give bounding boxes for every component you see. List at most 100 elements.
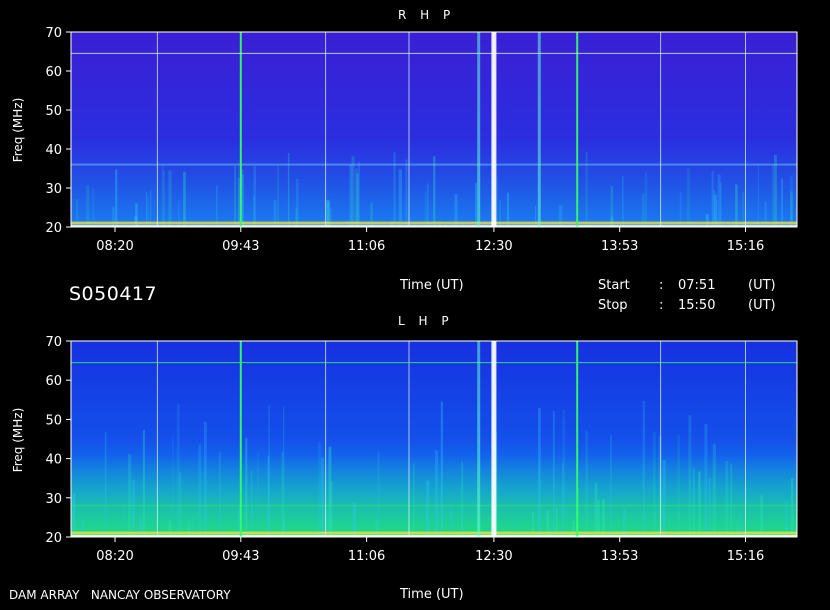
streak — [712, 443, 716, 537]
streak — [790, 175, 793, 227]
streak — [653, 432, 656, 537]
streak — [585, 431, 589, 537]
streak — [427, 183, 429, 227]
x-tick-label: 13:53 — [601, 239, 638, 254]
streak — [277, 166, 279, 227]
rhp-x-ticks: 08:20 09:43 11:06 12:30 13:53 15:16 — [96, 227, 764, 254]
streak — [677, 434, 680, 537]
streak — [349, 165, 353, 227]
stop-label: Stop — [598, 298, 628, 313]
y-tick-label: 30 — [45, 492, 62, 507]
streak — [658, 435, 662, 537]
streak — [358, 162, 360, 227]
y-tick-label: 20 — [45, 221, 62, 236]
streak — [253, 166, 256, 227]
streak — [562, 462, 564, 537]
x-tick-label: 11:06 — [348, 549, 385, 564]
start-label: Start — [598, 278, 630, 293]
streak — [594, 482, 598, 537]
lhp-title: L H P — [398, 314, 454, 328]
streak — [642, 401, 645, 537]
x-tick-label: 11:06 — [348, 239, 385, 254]
streak — [585, 152, 588, 227]
y-tick-label: 30 — [45, 182, 62, 197]
burst — [491, 341, 497, 537]
streak — [183, 171, 186, 227]
streak — [329, 481, 333, 537]
streak — [161, 165, 164, 227]
observatory-footer: DAM ARRAY NANCAY OBSERVATORY — [9, 588, 231, 602]
burst — [477, 32, 481, 227]
streak — [172, 433, 174, 537]
y-tick-label: 70 — [45, 26, 62, 41]
x-tick-label: 09:43 — [222, 239, 259, 254]
streak — [475, 182, 477, 227]
streak — [496, 175, 498, 227]
streak — [757, 164, 759, 227]
burst — [537, 32, 541, 227]
streak — [268, 405, 270, 537]
streak — [251, 470, 253, 537]
streak — [245, 437, 248, 537]
y-tick-label: 60 — [45, 374, 62, 389]
streak — [644, 171, 648, 227]
y-tick-label: 70 — [45, 335, 62, 350]
x-tick-label: 12:30 — [475, 239, 512, 254]
y-tick-label: 50 — [45, 104, 62, 119]
streak — [92, 188, 95, 227]
streak — [461, 461, 464, 537]
streak — [295, 179, 299, 227]
streak — [717, 174, 721, 227]
streak — [216, 185, 218, 227]
streak — [320, 457, 324, 537]
streak — [610, 185, 613, 227]
x-tick-label: 13:53 — [601, 549, 638, 564]
freq-band — [71, 221, 797, 225]
streak — [168, 170, 172, 227]
stop-value: 15:50 — [678, 298, 716, 313]
streak — [610, 435, 612, 537]
streak — [218, 451, 221, 537]
streak — [72, 493, 76, 537]
lhp-y-ticks: 20 30 40 50 60 70 — [45, 335, 71, 546]
streak — [234, 166, 236, 227]
streak — [377, 451, 380, 537]
streak — [179, 471, 182, 537]
streak — [142, 430, 145, 537]
streak — [735, 184, 738, 227]
streak — [115, 169, 118, 227]
streak — [86, 185, 90, 227]
streak — [725, 461, 729, 537]
x-tick-label: 09:43 — [222, 549, 259, 564]
y-tick-label: 50 — [45, 413, 62, 428]
stop-separator: : — [659, 298, 664, 313]
streak — [355, 168, 358, 227]
x-tick-label: 15:16 — [727, 239, 764, 254]
streak — [433, 156, 436, 227]
streak — [704, 424, 708, 537]
streak — [104, 431, 107, 537]
streak — [150, 189, 152, 227]
streak — [662, 460, 666, 537]
rhp-y-ticks: 20 30 40 50 60 70 — [45, 26, 71, 236]
streak — [281, 452, 284, 537]
x-tick-label: 08:20 — [96, 549, 133, 564]
streak — [204, 421, 207, 537]
y-tick-label: 60 — [45, 65, 62, 80]
rhp-y-axis-label: Freq (MHz) — [11, 98, 25, 163]
x-tick-label: 15:16 — [727, 549, 764, 564]
streak — [413, 463, 415, 537]
lhp-x-axis-label: Time (UT) — [400, 587, 464, 602]
lhp-x-ticks: 08:20 09:43 11:06 12:30 13:53 15:16 — [96, 537, 764, 564]
burst — [477, 341, 481, 537]
streak — [553, 410, 555, 537]
streak — [692, 467, 695, 537]
streak — [440, 401, 443, 537]
y-tick-label: 20 — [45, 531, 62, 546]
streak — [705, 214, 709, 227]
rhp-spectrogram: 20 30 40 50 60 70 08:20 09:43 11:06 12:30 13:53 15… — [45, 26, 798, 254]
x-tick-label: 12:30 — [475, 549, 512, 564]
streak — [405, 159, 408, 227]
streak — [790, 478, 794, 537]
streak — [257, 452, 259, 537]
